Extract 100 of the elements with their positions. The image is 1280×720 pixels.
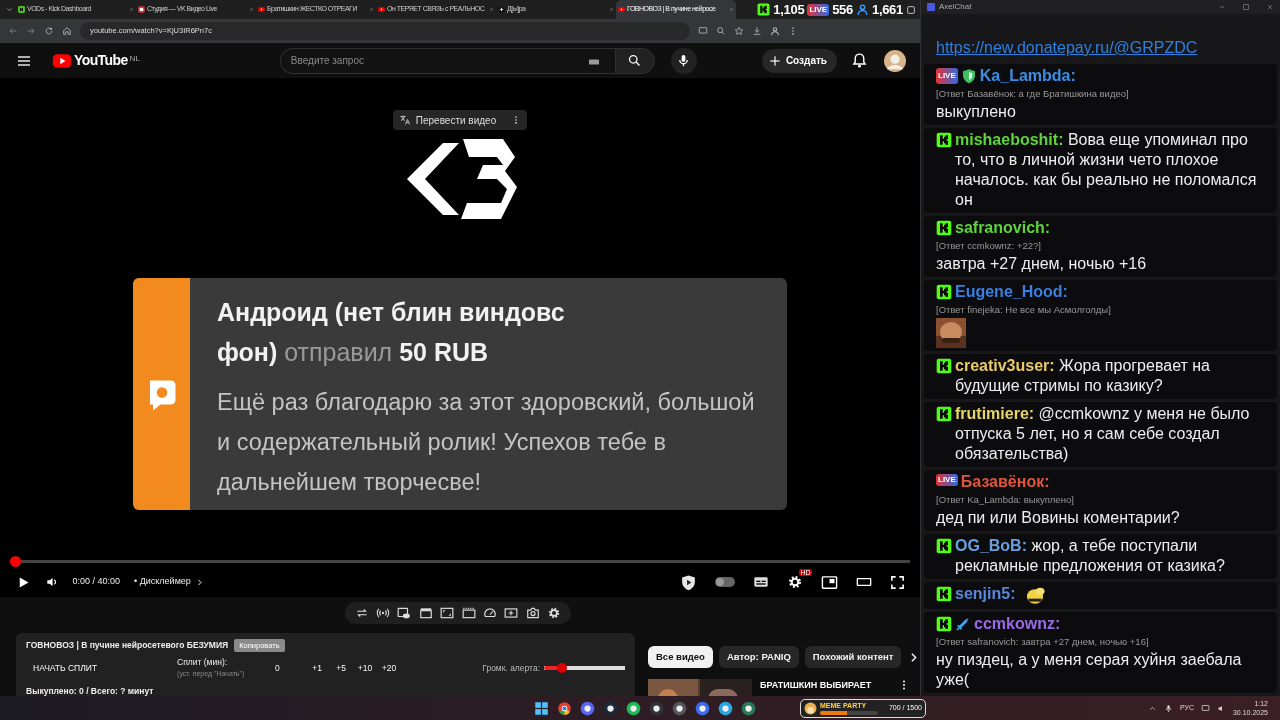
reply-quote: [Ответ Базавёнок: а где Братишкина видео] [936,87,1130,101]
app-icon[interactable] [740,700,756,716]
platform-icon [757,3,771,16]
mic-icon[interactable] [1163,703,1173,713]
broadcast-icon[interactable] [376,606,391,620]
platform-icon [936,538,952,554]
app-icon[interactable] [694,700,710,716]
platform-icon [936,220,952,236]
username[interactable]: safranovich: [955,218,1051,238]
clapperboard-icon[interactable] [418,606,433,620]
close-icon[interactable] [129,7,134,12]
close-icon[interactable] [249,7,254,12]
settings-icon[interactable] [786,574,803,590]
video-title: ГОВНОВОЗ | В пучине нейросетевого БЕЗУМИЯ [26,639,229,652]
add-screen-icon[interactable] [504,606,519,620]
app-icon[interactable] [717,700,733,716]
username[interactable]: Базавёнок: [960,472,1050,492]
app-icon[interactable] [579,700,595,716]
aspect-ratio-icon[interactable] [440,606,455,620]
speed-gauge-icon[interactable] [483,606,498,620]
reload-icon[interactable] [44,26,54,36]
sword-icon [955,616,971,632]
username[interactable]: Ka_Lambda: [979,66,1076,86]
split-start-button[interactable]: НАЧАТЬ СПЛИТ [33,661,98,675]
mascot-icon [804,701,817,715]
platform-icon [936,616,952,632]
donation-title: Андроид (нет блин виндовс фон) отправил 50 RUB [217,297,566,368]
close-icon[interactable] [1266,3,1274,11]
camera-icon[interactable] [525,606,540,620]
bell-icon[interactable] [851,52,868,69]
search-button[interactable] [614,47,655,74]
shield-play-icon[interactable] [679,573,697,591]
settings-icon[interactable] [547,606,562,620]
download-icon[interactable] [752,26,762,36]
cast-icon[interactable] [698,26,708,36]
forward-icon[interactable] [26,26,36,36]
close-icon[interactable] [489,7,494,12]
viewer-count: 1,661 [871,3,903,16]
window-icon[interactable] [906,4,916,15]
username[interactable]: ccmkownz: [974,614,1061,634]
filter-chip[interactable]: Похожий контент [804,646,902,668]
profile-icon[interactable] [770,26,780,36]
loop-icon[interactable] [354,606,369,620]
slider-thumb[interactable] [557,662,568,673]
chat-link[interactable]: https://new.donatepay.ru/@GRPZDC [936,39,1198,56]
viewer-count: 1,105 [773,3,805,16]
username[interactable]: Eugene_Hood: [955,282,1068,302]
autoplay-toggle[interactable] [714,577,735,587]
app-icon[interactable] [648,700,664,716]
search-field[interactable]: Введите запрос [279,47,615,74]
logo-text: YouTube [74,51,128,70]
region-label: NL [129,53,140,65]
filter-chip[interactable]: Все видео [648,646,713,668]
home-icon[interactable] [62,26,72,36]
browser-icon[interactable] [556,700,572,716]
volume-icon[interactable] [44,575,59,589]
increment-button[interactable]: +20 [377,661,402,675]
start-icon[interactable] [533,700,549,716]
donation-message: Ещё раз благодарю за этот здоровский, большой и содержательный ролик! Успехов тебе в дальнейшем творчесве! [217,388,756,497]
display-icon[interactable] [1200,703,1210,713]
screen-eye-icon[interactable] [397,606,412,620]
viewer-count: 556 [832,3,853,16]
close-icon[interactable] [729,7,734,12]
reply-quote: [Ответ finejeka: Не все мы Асмолголды] [936,303,1112,317]
message-text: ну пиздец, а у меня серая хуйня заебала уже( [936,651,1242,688]
tab-list-icon[interactable] [5,5,14,14]
back-icon[interactable] [8,26,18,36]
chapter-link[interactable]: • Дисклеймер [134,575,204,589]
username[interactable]: senjin5: [955,584,1016,604]
message-text: выкуплено [936,103,1016,120]
tab-icon [498,6,505,13]
close-icon[interactable] [609,7,614,12]
zoom-icon[interactable] [716,26,726,36]
progress-handle[interactable] [10,556,21,567]
translate-button[interactable]: Перевести видео [392,110,528,130]
increment-button[interactable]: +1 [305,661,330,675]
reply-quote: [Ответ Ka_Lambda: выкуплено] [936,493,1075,507]
mic-button[interactable] [670,47,697,74]
miniplayer-icon[interactable] [820,573,838,591]
plus-icon [767,53,782,68]
fullscreen-icon[interactable] [889,574,905,590]
tab-icon [378,6,385,13]
app-icon[interactable] [671,700,687,716]
create-button[interactable]: Создать [761,48,837,73]
bookmark-star-icon[interactable] [734,26,744,36]
message-text: завтра +27 днем, ночью +16 [936,255,1147,272]
chat-message: frutimiere: @ccmkownz у меня не было отпуска 5 лет, но я сам себе создал обязательства) [955,404,1251,464]
increment-button[interactable]: +10 [353,661,378,675]
app-icon[interactable] [602,700,618,716]
increment-button[interactable]: +5 [329,661,354,675]
close-icon[interactable] [369,7,374,12]
film-icon[interactable] [461,606,476,620]
video-title[interactable]: БРАТИШКИН ВЫБИРАЕТ [760,679,890,696]
maximize-icon[interactable] [1242,3,1250,11]
app-icon[interactable] [625,700,641,716]
subtitles-icon[interactable] [752,574,769,590]
message-text: дед пи или Вовины коментарии? [936,509,1180,526]
app-icon [927,3,935,11]
filter-chip[interactable]: Автор: PANIQ [718,646,799,668]
avatar-icon[interactable] [884,49,906,72]
